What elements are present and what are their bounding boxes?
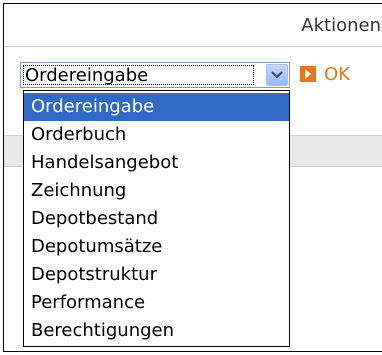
dropdown-option[interactable]: Ordereingabe [24,93,289,121]
ok-link[interactable]: OK [324,64,350,85]
dropdown-option[interactable]: Depotumsätze [24,233,289,261]
focus-outline [23,65,254,85]
dropdown-option[interactable]: Zeichnung [24,177,289,205]
panel-header: Aktionen [4,4,382,47]
dropdown-option[interactable]: Handelsangebot [24,149,289,177]
dropdown-option[interactable]: Berechtigungen [24,317,289,345]
action-dropdown-list: Ordereingabe Orderbuch Handelsangebot Zeich… [23,90,290,347]
chevron-down-icon [271,71,283,79]
ok-arrow-button[interactable] [300,66,316,82]
dropdown-option[interactable]: Performance [24,289,289,317]
dropdown-option[interactable]: Orderbuch [24,121,289,149]
actions-panel: Aktionen Ordereingabe OK Ordereingabe Ord… [3,3,382,352]
dropdown-option[interactable]: Depotbestand [24,205,289,233]
dropdown-toggle-button[interactable] [266,64,288,86]
action-select[interactable]: Ordereingabe [20,62,290,88]
arrow-right-icon [305,69,311,79]
panel-title: Aktionen [301,15,381,36]
dropdown-option[interactable]: Depotstruktur [24,261,289,289]
